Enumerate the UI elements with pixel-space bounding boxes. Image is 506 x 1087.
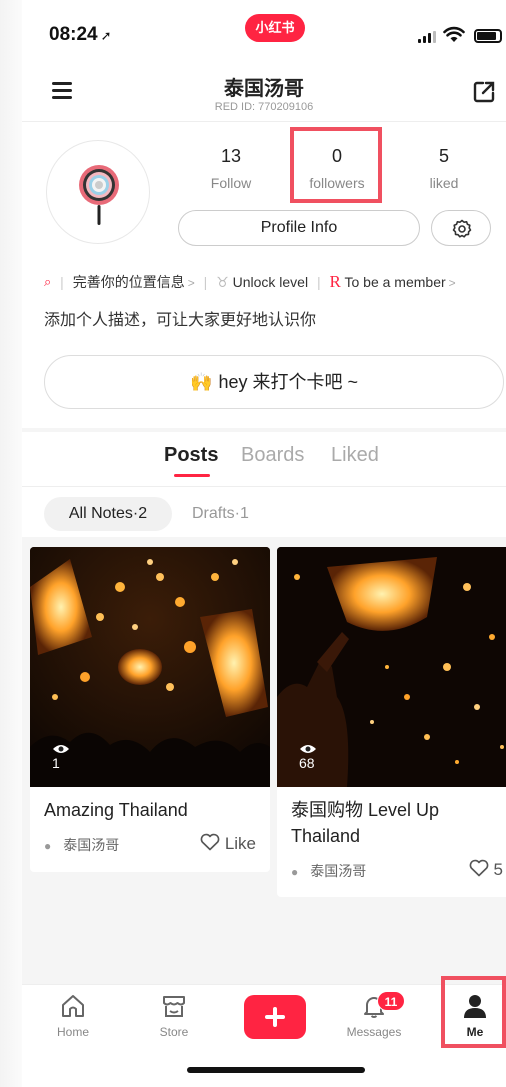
nav-messages-label: Messages <box>346 1025 402 1039</box>
like-button[interactable]: 5 <box>469 859 503 880</box>
share-icon[interactable] <box>472 80 496 104</box>
note-meta: ● 泰国汤哥 5 <box>277 849 506 889</box>
nav-store-label: Store <box>159 1025 189 1039</box>
member-r-icon: R <box>329 272 341 291</box>
profile-info-button[interactable]: Profile Info <box>178 210 420 246</box>
add-post-button[interactable] <box>244 995 306 1039</box>
note-photo: 1 <box>30 547 270 787</box>
wifi-icon <box>443 26 465 42</box>
avatar[interactable] <box>46 140 150 244</box>
chevron-right-icon: > <box>187 276 195 290</box>
bottom-navigation: Home Store 11 Messages Me <box>22 984 506 1050</box>
author-avatar-icon: ● <box>44 839 52 853</box>
member-prompt[interactable]: R To be a member > <box>330 272 456 292</box>
heart-icon <box>469 859 489 877</box>
status-bar: 08:24 ➚ 小红书 <box>22 0 506 62</box>
red-id: RED ID: 770209106 <box>214 101 314 113</box>
location-search-icon: ⌕ <box>44 274 52 289</box>
follow-label: Follow <box>210 175 252 191</box>
messages-badge: 11 <box>377 991 405 1011</box>
note-author[interactable]: ● 泰国汤哥 <box>291 861 366 881</box>
profile-description[interactable]: 添加个人描述，可让大家更好地认识你 <box>44 306 316 330</box>
home-indicator <box>187 1067 365 1073</box>
profile-header: 泰国汤哥 RED ID: 770209106 <box>22 62 506 122</box>
check-in-button[interactable]: 🙌 hey 来打个卡吧 ~ <box>44 355 504 409</box>
store-icon <box>163 996 185 1017</box>
me-highlight-box <box>441 976 506 1048</box>
raised-hands-icon: 🙌 <box>190 372 213 392</box>
liked-count: 5 <box>438 146 449 166</box>
notes-filter-row: All Notes·2 Drafts·1 <box>22 487 506 537</box>
location-prompt[interactable]: 完善你的位置信息 > <box>73 272 195 292</box>
like-button[interactable]: Like <box>200 833 256 854</box>
heart-icon <box>200 833 220 851</box>
followers-highlight-box <box>290 127 382 203</box>
note-author[interactable]: ● 泰国汤哥 <box>44 835 119 855</box>
home-icon <box>62 995 84 1017</box>
follow-count: 13 <box>220 146 242 166</box>
drafts-filter[interactable]: Drafts·1 <box>192 497 249 531</box>
view-count: 1 <box>52 743 74 771</box>
cellular-signal-icon <box>418 31 438 43</box>
note-card[interactable]: 1 Amazing Thailand ● 泰国汤哥 Like <box>30 547 270 872</box>
nav-home-label: Home <box>56 1025 89 1039</box>
gear-icon <box>452 219 472 238</box>
app-badge: 小红书 <box>245 14 305 42</box>
level-prompt[interactable]: ♉ Unlock level <box>216 274 308 291</box>
tab-boards[interactable]: Boards <box>241 444 304 467</box>
stat-liked[interactable]: 5 liked <box>404 146 484 191</box>
section-divider <box>22 428 506 432</box>
all-notes-filter[interactable]: All Notes·2 <box>44 497 172 531</box>
battery-icon <box>474 29 502 43</box>
content-tabs: Posts Boards Liked <box>22 444 506 484</box>
medal-icon: ♉ <box>216 273 229 290</box>
nav-messages[interactable]: 11 Messages <box>339 991 409 1039</box>
profile-page: 08:24 ➚ 小红书 泰国汤哥 RED ID: 770209106 13 Fo… <box>22 0 506 1087</box>
profile-prompts-row: ⌕ | 完善你的位置信息 > | ♉ Unlock level | R To be… <box>44 272 456 292</box>
nav-home[interactable]: Home <box>38 991 108 1039</box>
note-photo: 68 <box>277 547 506 787</box>
nav-store[interactable]: Store <box>139 991 209 1039</box>
note-title: 泰国购物 Level Up Thailand <box>291 800 440 846</box>
note-title: Amazing Thailand <box>44 800 188 820</box>
lollipop-avatar-icon <box>79 165 119 225</box>
tab-liked[interactable]: Liked <box>331 444 379 467</box>
tab-posts[interactable]: Posts <box>164 444 218 467</box>
profile-name: 泰国汤哥 <box>224 78 304 100</box>
settings-button[interactable] <box>431 210 491 246</box>
left-edge-shade <box>0 0 22 1087</box>
eye-icon <box>53 745 69 753</box>
stat-follow[interactable]: 13 Follow <box>191 146 271 191</box>
eye-icon <box>300 745 316 753</box>
liked-label: liked <box>429 175 459 191</box>
active-tab-indicator <box>174 474 210 477</box>
status-time: 08:24 ➚ <box>49 24 112 45</box>
notes-feed: 1 Amazing Thailand ● 泰国汤哥 Like 68 泰国购物 L… <box>22 537 506 984</box>
view-count: 68 <box>299 743 321 771</box>
note-card[interactable]: 68 泰国购物 Level Up Thailand ● 泰国汤哥 5 <box>277 547 506 897</box>
note-meta: ● 泰国汤哥 Like <box>30 823 270 863</box>
author-avatar-icon: ● <box>291 865 299 879</box>
location-arrow-icon: ➚ <box>100 28 112 43</box>
chevron-right-icon: > <box>448 276 456 290</box>
